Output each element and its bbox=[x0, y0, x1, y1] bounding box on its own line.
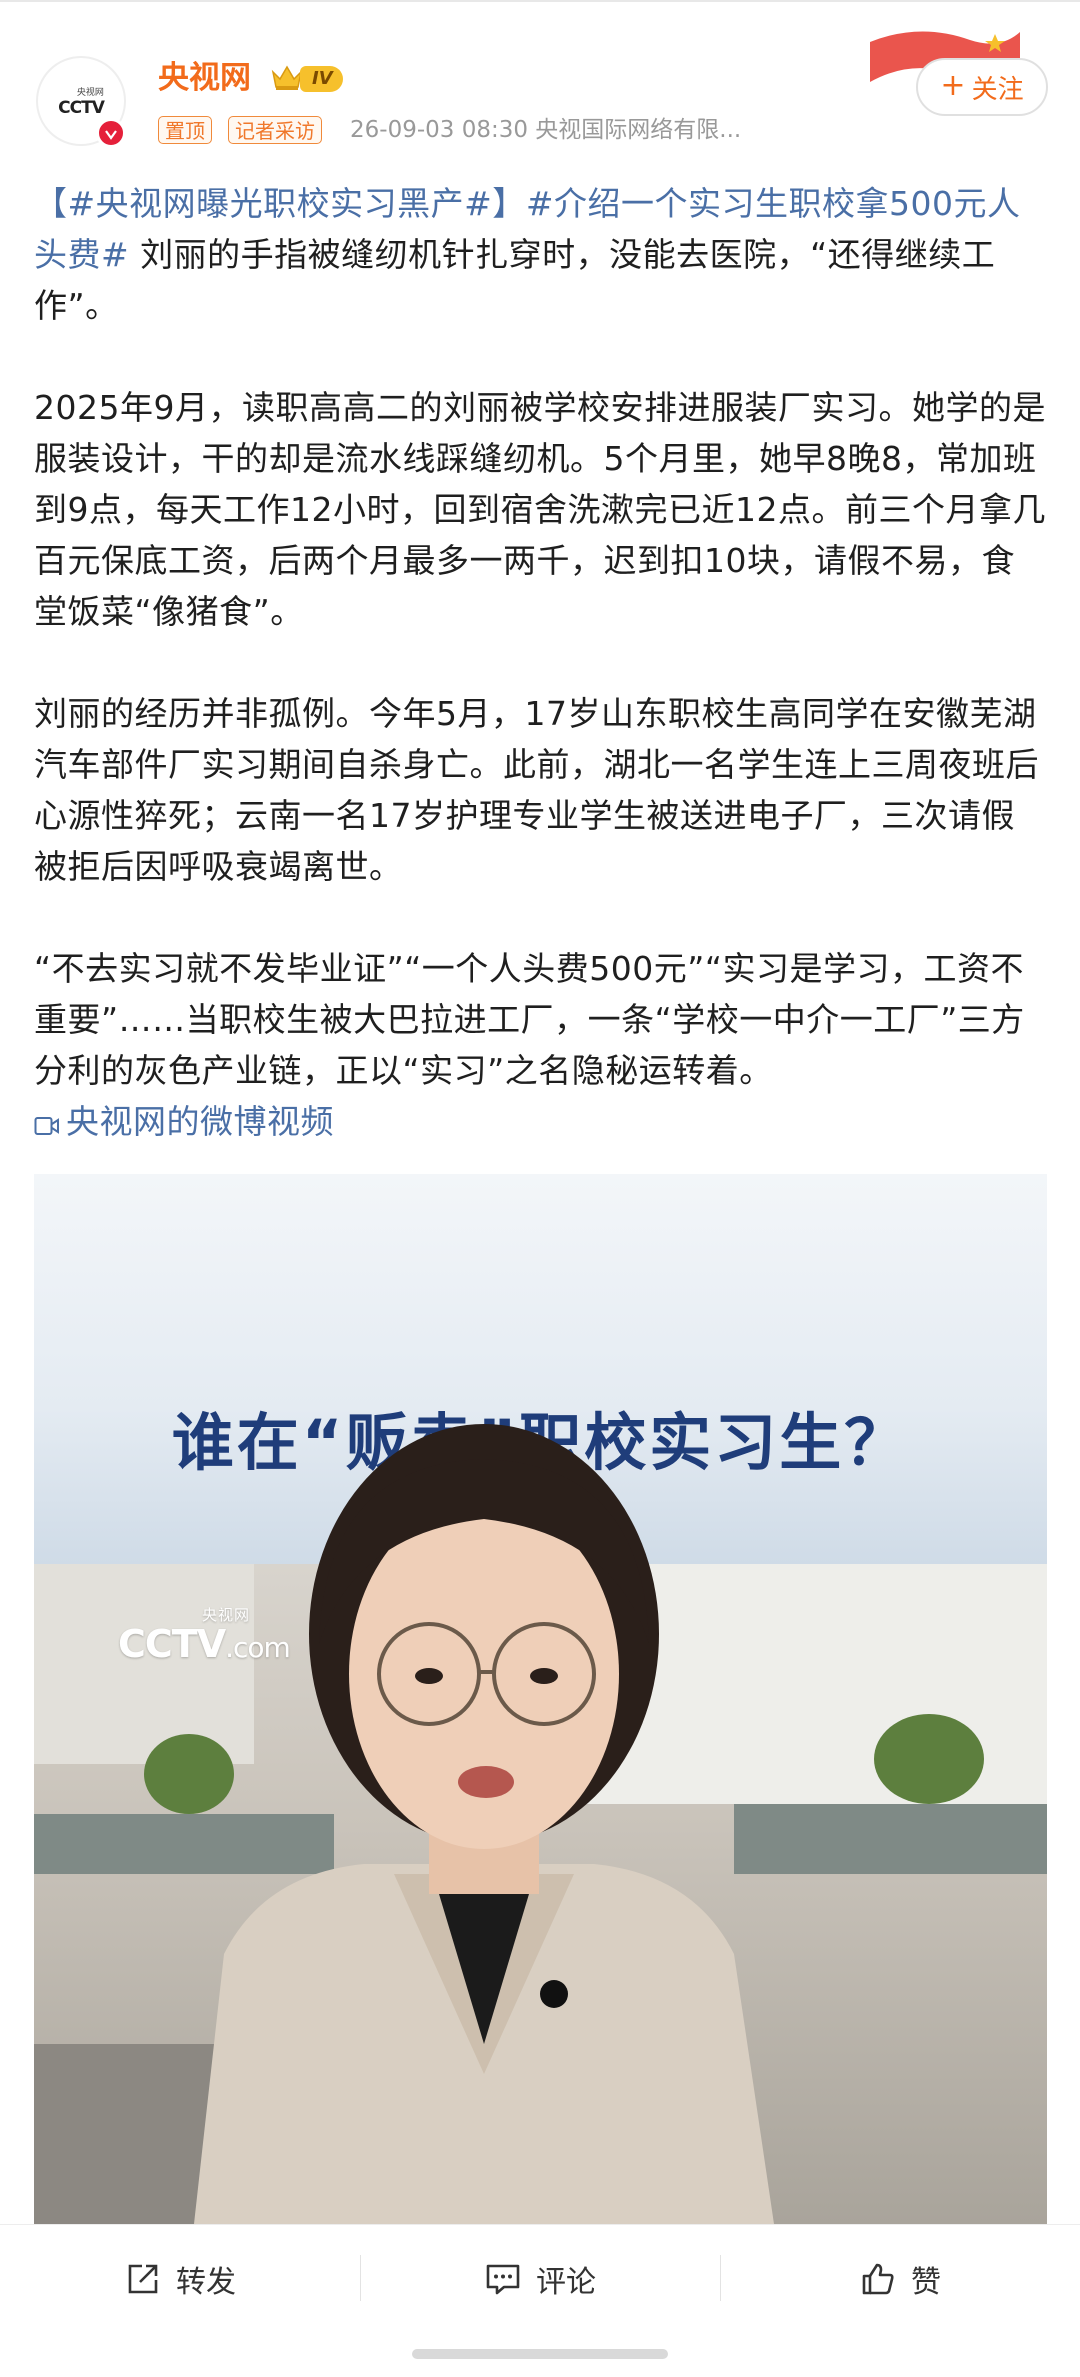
follow-button[interactable]: + 关注 bbox=[916, 58, 1048, 116]
comment-button[interactable]: 评论 bbox=[360, 2225, 720, 2333]
repost-label: 转发 bbox=[176, 2265, 236, 2300]
video-link-label: 央视网的微博视频 bbox=[66, 1102, 334, 1141]
like-button[interactable]: 赞 bbox=[720, 2225, 1080, 2333]
cctv-watermark: 央视网 CCTV.com bbox=[118, 1606, 291, 1666]
presenter-image bbox=[194, 1424, 774, 2224]
paragraph-4: “不去实习就不发毕业证”“一个人头费500元”“实习是学习，工资不重要”……当职… bbox=[34, 943, 1048, 1147]
hashtag-topic-1[interactable]: 【#央视网曝光职校实习黑产#】 bbox=[34, 184, 526, 223]
top-divider bbox=[0, 0, 1080, 2]
paragraph-1-text: 刘丽的手指被缝纫机针扎穿时，没能去医院，“还得继续工作”。 bbox=[34, 235, 996, 325]
paragraph-4-text: “不去实习就不发毕业证”“一个人头费500元”“实习是学习，工资不重要”……当职… bbox=[34, 949, 1025, 1090]
author-name[interactable]: 央视网 bbox=[158, 56, 251, 100]
paragraph-1: 【#央视网曝光职校实习黑产#】#介绍一个实习生职校拿500元人头费# 刘丽的手指… bbox=[34, 178, 1048, 331]
home-indicator bbox=[412, 2349, 668, 2359]
comment-icon bbox=[486, 2264, 520, 2295]
paragraph-3: 刘丽的经历并非孤例。今年5月，17岁山东职校生高同学在安徽芜湖汽车部件厂实习期间… bbox=[34, 694, 1039, 886]
plus-icon: + bbox=[940, 67, 966, 103]
video-card[interactable]: 谁在“贩卖”职校实习生？ 央视网CCTV.com bbox=[34, 1174, 1047, 2224]
follow-label: 关注 bbox=[971, 74, 1024, 105]
tag-pinned: 置顶 bbox=[158, 116, 212, 144]
like-label: 赞 bbox=[911, 2265, 941, 2300]
post-text: 【#央视网曝光职校实习黑产#】#介绍一个实习生职校拿500元人头费# 刘丽的手指… bbox=[34, 178, 1048, 1198]
like-icon bbox=[862, 2263, 894, 2295]
repost-icon bbox=[128, 2264, 158, 2294]
video-link[interactable]: 央视网的微博视频 bbox=[34, 1102, 334, 1141]
paragraph-2: 2025年9月，读职高高二的刘丽被学校安排进服装厂实习。她学的是服装设计，干的却… bbox=[34, 388, 1046, 631]
avatar-logo: 央视网 CCTV bbox=[58, 87, 105, 118]
post-meta[interactable]: 26-09-03 08:30 央视国际网络有限... bbox=[350, 112, 741, 148]
verified-icon bbox=[96, 118, 126, 148]
action-bar: 转发 评论 赞 bbox=[0, 2224, 1080, 2333]
tag-reporter-interview: 记者采访 bbox=[228, 116, 322, 144]
comment-label: 评论 bbox=[536, 2265, 596, 2300]
level-badge: IV bbox=[300, 66, 343, 92]
video-link-icon bbox=[34, 1117, 59, 1135]
crown-icon bbox=[271, 65, 303, 90]
repost-button[interactable]: 转发 bbox=[0, 2225, 360, 2333]
